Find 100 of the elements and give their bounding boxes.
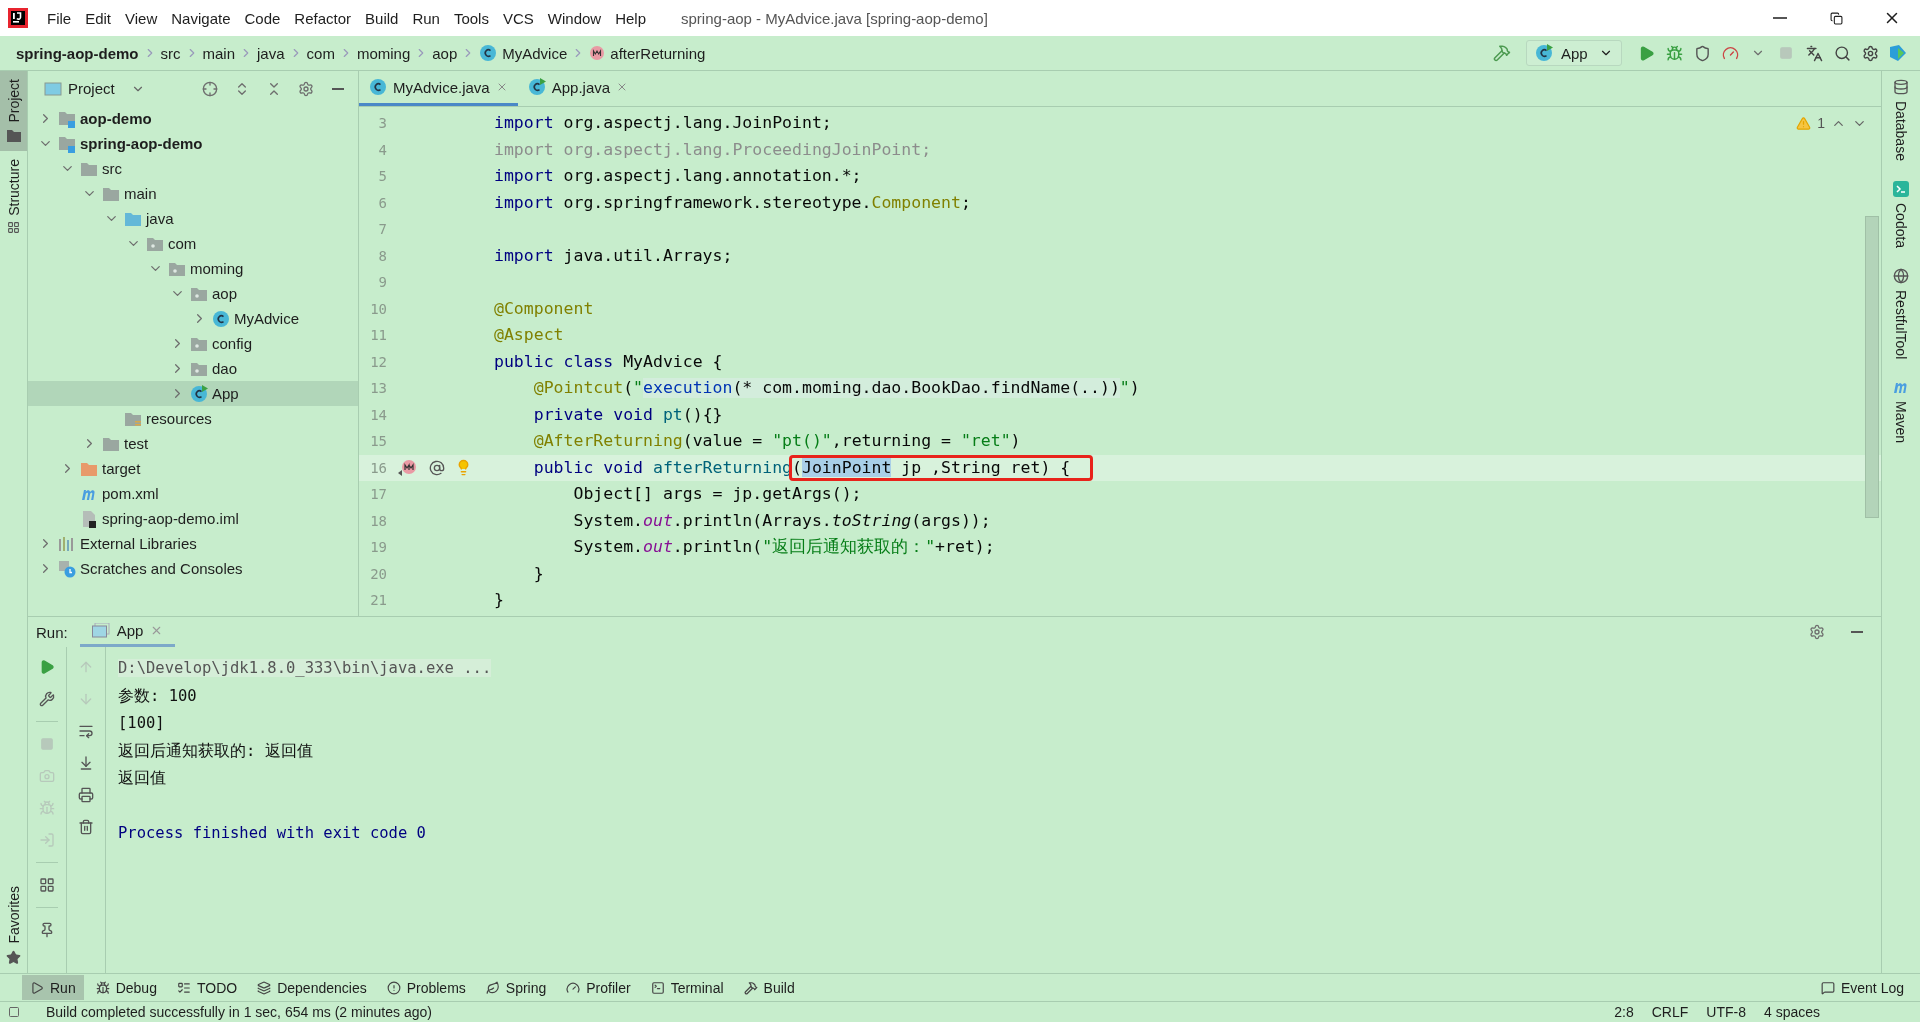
alert-icon bbox=[386, 980, 401, 995]
menu-item[interactable]: Code bbox=[237, 5, 288, 31]
menu-item[interactable]: Navigate bbox=[164, 5, 238, 31]
console-line: Process finished with exit code 0 bbox=[118, 824, 426, 842]
tree-item[interactable]: App bbox=[28, 381, 358, 406]
editor-tab[interactable]: App.java bbox=[517, 71, 639, 106]
status-item[interactable]: CRLF bbox=[1651, 1004, 1689, 1020]
tree-item[interactable]: com bbox=[28, 231, 358, 256]
tree-item[interactable]: MyAdvice bbox=[28, 306, 358, 331]
tool-window-tab[interactable]: Problems bbox=[378, 975, 474, 1000]
tool-window-tab[interactable]: Maven bbox=[1892, 373, 1910, 458]
line-number: 21 bbox=[369, 592, 387, 609]
line-number: 6 bbox=[377, 194, 387, 211]
breadcrumb[interactable]: moming bbox=[354, 44, 413, 62]
tool-window-tab[interactable]: Spring bbox=[477, 975, 555, 1000]
tree-item[interactable]: dao bbox=[28, 356, 358, 381]
search-icon bbox=[1833, 44, 1851, 62]
event-log-button[interactable]: Event Log bbox=[1812, 975, 1912, 1000]
menu-item[interactable]: Build bbox=[358, 5, 406, 31]
tool-window-tab[interactable]: Build bbox=[735, 975, 803, 1000]
toolbox-logo bbox=[1889, 44, 1907, 62]
line-number: 17 bbox=[369, 486, 387, 503]
scroll-to-end-icon bbox=[78, 755, 94, 771]
code-line: import org.aspectj.lang.annotation.*; bbox=[494, 166, 862, 187]
tree-item[interactable]: java bbox=[28, 206, 358, 231]
panel-title: Run: bbox=[36, 623, 68, 641]
console-tab[interactable]: App bbox=[79, 617, 176, 647]
menu-item[interactable]: View bbox=[118, 5, 165, 31]
folder-icon bbox=[102, 185, 120, 202]
warning-count: 1 bbox=[1817, 115, 1825, 131]
breadcrumb[interactable]: src bbox=[158, 44, 183, 62]
minus-icon bbox=[332, 87, 344, 90]
tool-window-tab[interactable]: Profiler bbox=[558, 975, 639, 1000]
restore-icon bbox=[1829, 11, 1843, 25]
trash-icon bbox=[78, 819, 94, 835]
tree-item[interactable]: src bbox=[28, 156, 358, 181]
tool-window-tab[interactable]: RestfulTool bbox=[1893, 262, 1909, 374]
breadcrumb[interactable]: aop bbox=[430, 44, 460, 62]
status-item[interactable]: UTF-8 bbox=[1706, 1004, 1746, 1020]
tree-item[interactable]: target bbox=[28, 456, 358, 481]
menu-item[interactable]: Edit bbox=[78, 5, 119, 31]
override-method-icon[interactable] bbox=[397, 458, 419, 477]
code-line: import java.util.Arrays; bbox=[494, 245, 733, 266]
tool-window-tab[interactable]: TODO bbox=[168, 975, 246, 1000]
tree-item[interactable]: Scratches and Consoles bbox=[28, 556, 358, 581]
star-icon bbox=[6, 950, 21, 965]
tree-item[interactable]: resources bbox=[28, 406, 358, 431]
menu-item[interactable]: Window bbox=[540, 5, 609, 31]
view-selector[interactable]: Project bbox=[38, 79, 151, 98]
editor-tab[interactable]: MyAdvice.java bbox=[359, 71, 518, 106]
exit-icon bbox=[39, 832, 55, 848]
tool-window-tab[interactable]: Dependencies bbox=[249, 975, 375, 1000]
class-icon bbox=[479, 44, 498, 62]
scrollbar[interactable] bbox=[1865, 216, 1879, 518]
tree-item[interactable]: test bbox=[28, 431, 358, 456]
tree-item[interactable]: spring-aop-demo bbox=[28, 131, 358, 156]
menu-item[interactable]: Help bbox=[608, 5, 654, 31]
tool-window-tab[interactable]: Codota bbox=[1893, 174, 1909, 263]
warning-icon[interactable] bbox=[1796, 115, 1812, 131]
menu-item[interactable]: Run bbox=[405, 5, 447, 31]
stop-icon bbox=[1779, 46, 1793, 60]
breadcrumb[interactable]: MyAdvice bbox=[477, 44, 570, 62]
tree-item[interactable]: aop bbox=[28, 281, 358, 306]
menu-item[interactable]: File bbox=[40, 5, 79, 31]
tool-window-tab[interactable]: Terminal bbox=[642, 975, 732, 1000]
tree-item[interactable]: pom.xml bbox=[28, 481, 358, 506]
breadcrumb[interactable]: java bbox=[255, 44, 287, 62]
line-number: 15 bbox=[369, 433, 387, 450]
tool-window-tab[interactable]: Structure bbox=[0, 150, 27, 243]
tool-window-tab[interactable]: Project bbox=[0, 71, 27, 151]
breadcrumb[interactable]: main bbox=[200, 44, 237, 62]
tool-window-tab[interactable]: Run bbox=[22, 975, 84, 1000]
tool-window-tab[interactable]: Favorites bbox=[0, 878, 27, 973]
status-item[interactable]: 4 spaces bbox=[1763, 1004, 1820, 1020]
status-item[interactable]: 2:8 bbox=[1614, 1004, 1634, 1020]
translate-icon bbox=[1805, 44, 1823, 62]
folder-icon bbox=[102, 435, 120, 452]
tree-item[interactable]: moming bbox=[28, 256, 358, 281]
tree-item[interactable]: aop-demo bbox=[28, 106, 358, 131]
line-number: 13 bbox=[369, 380, 387, 397]
menu-item[interactable]: Tools bbox=[446, 5, 496, 31]
tree-item[interactable]: External Libraries bbox=[28, 531, 358, 556]
tree-item[interactable]: main bbox=[28, 181, 358, 206]
settings-icon bbox=[1861, 44, 1879, 62]
breadcrumb[interactable]: spring-aop-demo bbox=[14, 44, 141, 62]
breadcrumb[interactable]: com bbox=[304, 44, 337, 62]
folder-icon bbox=[190, 360, 208, 377]
annotation-icon[interactable] bbox=[429, 459, 445, 476]
breadcrumb[interactable]: afterReturning bbox=[587, 44, 708, 62]
menu-item[interactable]: Refactor bbox=[287, 5, 359, 31]
tree-item[interactable]: config bbox=[28, 331, 358, 356]
line-number: 12 bbox=[369, 353, 387, 370]
menu-item[interactable]: VCS bbox=[495, 5, 541, 31]
run-configuration-dropdown[interactable]: App bbox=[1526, 40, 1622, 66]
play-icon bbox=[39, 659, 55, 675]
code-line: import org.aspectj.lang.ProceedingJoinPoint; bbox=[494, 139, 932, 160]
tool-window-tab[interactable]: Debug bbox=[87, 975, 165, 1000]
layout-icon bbox=[39, 877, 55, 893]
tree-item[interactable]: spring-aop-demo.iml bbox=[28, 506, 358, 531]
tool-window-tab[interactable]: Database bbox=[1893, 73, 1909, 175]
